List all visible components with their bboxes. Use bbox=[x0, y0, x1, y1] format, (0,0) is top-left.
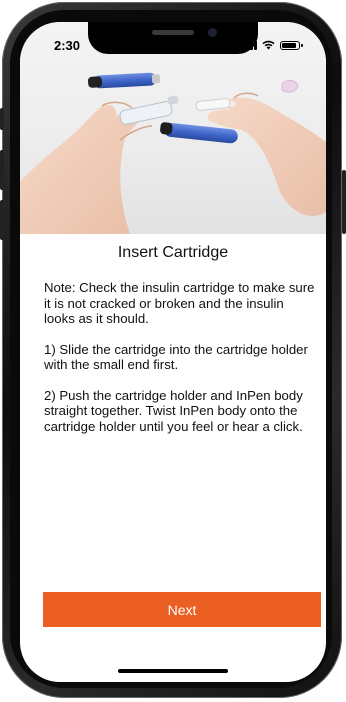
step-1-paragraph: 1) Slide the cartridge into the cartridg… bbox=[44, 341, 308, 373]
home-indicator[interactable] bbox=[118, 669, 228, 673]
mute-switch bbox=[0, 108, 4, 130]
step-2-paragraph: 2) Push the cartridge holder and InPen b… bbox=[44, 387, 303, 434]
insulin-cartridge bbox=[119, 95, 179, 125]
pen-cap bbox=[195, 98, 231, 111]
right-hand bbox=[207, 92, 326, 216]
pen-body-top bbox=[87, 72, 161, 89]
status-time: 2:30 bbox=[54, 38, 81, 53]
speaker-grille bbox=[152, 30, 194, 35]
battery-icon bbox=[280, 40, 303, 50]
notch bbox=[88, 22, 258, 54]
pen-needle-cap bbox=[281, 79, 299, 93]
note-paragraph: Note: Check the insulin cartridge to mak… bbox=[44, 280, 315, 326]
volume-up-button bbox=[0, 150, 4, 190]
volume-down-button bbox=[0, 200, 4, 240]
wifi-icon bbox=[262, 40, 275, 50]
app-screen: 2:30 Insert Cartridge Note: Check the in… bbox=[20, 22, 326, 682]
next-button[interactable]: Next bbox=[43, 592, 321, 627]
power-button bbox=[342, 170, 346, 234]
instructions: Note: Check the insulin cartridge to mak… bbox=[44, 280, 318, 449]
front-camera bbox=[208, 28, 217, 37]
phone-device: 2:30 Insert Cartridge Note: Check the in… bbox=[0, 0, 346, 702]
page-title: Insert Cartridge bbox=[117, 244, 229, 261]
